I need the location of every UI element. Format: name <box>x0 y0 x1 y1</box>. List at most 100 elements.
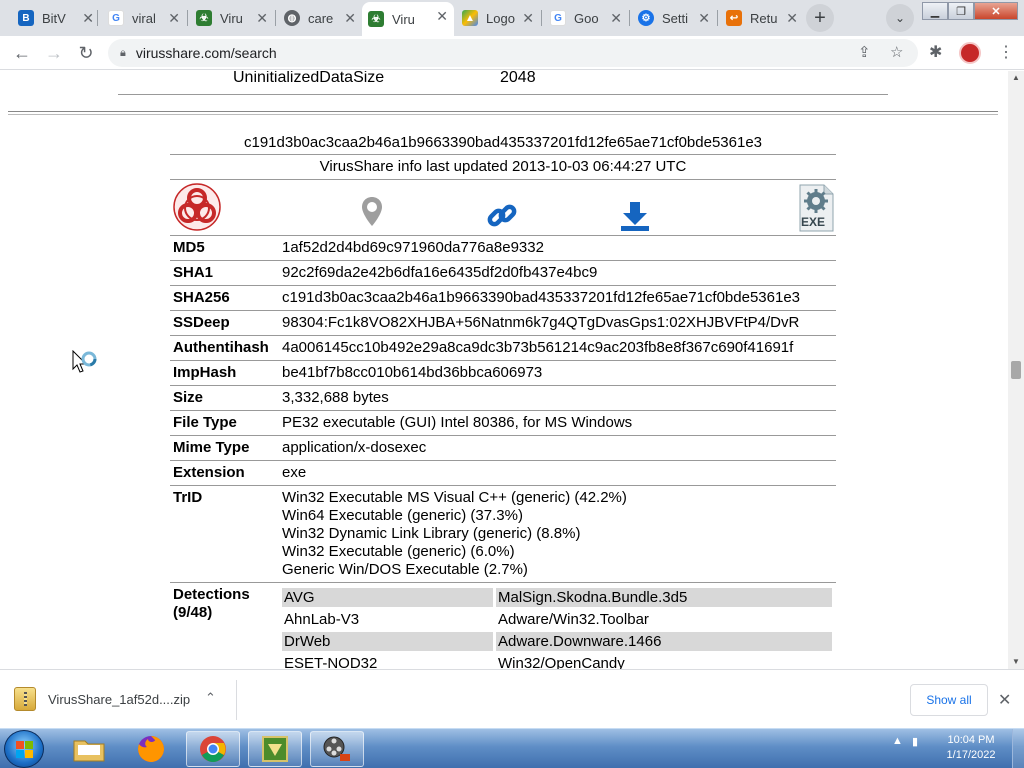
forward-button[interactable]: → <box>42 41 66 65</box>
page-scrollbar[interactable]: ▲ ▼ <box>1008 71 1024 669</box>
share-icon[interactable]: ⇪ <box>858 43 871 61</box>
trid-row: TrID Win32 Executable MS Visual C++ (gen… <box>170 486 836 583</box>
extension-key: Extension <box>173 464 245 481</box>
new-tab-button[interactable]: + <box>806 4 834 32</box>
authentihash-row: Authentihash 4a006145cc10b492e29a8ca9dc3… <box>170 336 836 361</box>
bookmark-star-icon[interactable]: ☆ <box>890 43 903 61</box>
trid-values: Win32 Executable MS Visual C++ (generic)… <box>282 489 836 579</box>
imphash-value: be41bf7b8cc010b614bd36bbca606973 <box>282 364 543 381</box>
av-result: Win32/OpenCandy <box>498 655 625 669</box>
av-name: DrWeb <box>282 632 493 651</box>
tab-close-icon[interactable]: ✕ <box>82 10 94 27</box>
menu-kebab-icon[interactable]: ⋮ <box>998 42 1014 62</box>
tab-close-icon[interactable]: ✕ <box>786 10 798 27</box>
av-result: MalSign.Skodna.Bundle.3d5 <box>496 588 832 607</box>
detections-key: Detections (9/48) <box>173 586 250 622</box>
size-key: Size <box>173 389 204 406</box>
tab-title: care <box>308 10 334 26</box>
window-controls: ▁ ❐ ✕ <box>922 2 1018 20</box>
detections-table: AVG MalSign.Skodna.Bundle.3d5 AhnLab-V3 … <box>282 588 832 669</box>
app-taskbar-button[interactable] <box>248 731 302 767</box>
detection-row: AhnLab-V3 Adware/Win32.Toolbar <box>282 610 832 632</box>
tab-close-icon[interactable]: ✕ <box>168 10 180 27</box>
tab-close-icon[interactable]: ✕ <box>522 10 534 27</box>
tab-google-viral[interactable]: G viral ✕ <box>102 4 186 32</box>
lock-icon[interactable]: 🔒︎ <box>120 47 126 60</box>
tab-close-icon[interactable]: ✕ <box>256 10 268 27</box>
network-icon[interactable]: ▮ <box>912 735 918 748</box>
tab-close-icon[interactable]: ✕ <box>436 8 448 25</box>
minimize-button[interactable]: ▁ <box>922 2 948 20</box>
chrome-taskbar-button[interactable] <box>186 731 240 767</box>
location-pin-icon[interactable] <box>360 196 384 233</box>
tab-virusshare-active[interactable]: ☣ Viru ✕ <box>362 2 454 36</box>
uninitialized-data-size-row: UninitializedDataSize 2048 <box>118 71 888 95</box>
tab-care[interactable]: ◍ care ✕ <box>278 4 362 32</box>
file-type-key: File Type <box>173 414 237 431</box>
sha256-header: c191d3b0ac3caa2b46a1b9663390bad435337201… <box>170 131 836 155</box>
firefox-taskbar-button[interactable] <box>124 731 178 767</box>
globe-icon: ◍ <box>284 10 300 26</box>
tab-strip: B BitV ✕ G viral ✕ ☣ Viru ✕ ◍ care ✕ ☣ V… <box>0 0 1024 36</box>
av-name: AVG <box>282 588 493 607</box>
profile-avatar[interactable] <box>959 42 981 64</box>
tab-title: BitV <box>42 10 66 26</box>
virusshare-icon: ☣ <box>368 11 384 27</box>
page-content: UninitializedDataSize 2048 c191d3b0ac3ca… <box>0 71 1008 669</box>
tab-close-icon[interactable]: ✕ <box>698 10 710 27</box>
maximize-button[interactable]: ❐ <box>948 2 974 20</box>
sha256-value: c191d3b0ac3caa2b46a1b9663390bad435337201… <box>282 289 801 306</box>
chevron-up-icon[interactable]: ⌃ <box>205 690 216 706</box>
sha256-key: SHA256 <box>173 289 230 306</box>
system-clock[interactable]: 10:04 PM 1/17/2022 <box>936 733 1006 763</box>
exe-label: EXE <box>801 215 826 229</box>
tab-returns[interactable]: ↩ Retu ✕ <box>720 4 804 32</box>
tab-close-icon[interactable]: ✕ <box>610 10 622 27</box>
show-all-button[interactable]: Show all <box>910 684 988 716</box>
tab-bitvise[interactable]: B BitV ✕ <box>12 4 100 32</box>
reload-button[interactable]: ↻ <box>74 41 98 65</box>
download-item[interactable]: VirusShare_1af52d....zip <box>14 684 190 714</box>
trid-line: Win32 Executable (generic) (6.0%) <box>282 543 515 560</box>
download-icon[interactable] <box>619 200 651 237</box>
action-icons-row: EXE <box>170 180 836 236</box>
scrollbar-thumb[interactable] <box>1011 361 1021 379</box>
tab-title: Retu <box>750 10 778 26</box>
sha1-key: SHA1 <box>173 264 214 281</box>
biohazard-icon[interactable] <box>172 182 222 237</box>
extensions-puzzle-icon[interactable]: ✱ <box>929 42 942 62</box>
exe-file-icon[interactable]: EXE <box>798 184 834 237</box>
uninit-value: 2048 <box>500 71 536 86</box>
link-icon[interactable] <box>486 200 518 237</box>
scroll-down-arrow-icon[interactable]: ▼ <box>1012 657 1020 666</box>
address-bar[interactable]: 🔒︎ virusshare.com/search ⇪ ☆ <box>108 39 918 67</box>
authentihash-key: Authentihash <box>173 339 269 356</box>
google-drive-icon: ▲ <box>462 10 478 26</box>
back-button[interactable]: ← <box>10 41 34 65</box>
tab-google[interactable]: G Goo ✕ <box>544 4 628 32</box>
av-result: Adware/Win32.Toolbar <box>498 611 649 628</box>
tab-settings[interactable]: ⚙ Setti ✕ <box>632 4 716 32</box>
start-button[interactable] <box>4 730 44 768</box>
media-taskbar-button[interactable] <box>310 731 364 767</box>
size-row: Size 3,332,688 bytes <box>170 386 836 411</box>
tab-virusshare-1[interactable]: ☣ Viru ✕ <box>190 4 274 32</box>
mime-type-key: Mime Type <box>173 439 250 456</box>
authentihash-value: 4a006145cc10b492e29a8ca9dc3b73b561214c9a… <box>282 339 794 356</box>
detection-row: ESET-NOD32 Win32/OpenCandy <box>282 654 832 669</box>
show-desktop-button[interactable] <box>1012 729 1024 768</box>
tray-show-hidden-icon[interactable]: ▲ <box>892 735 903 747</box>
tab-logo[interactable]: ▲ Logo ✕ <box>456 4 540 32</box>
scroll-up-arrow-icon[interactable]: ▲ <box>1012 73 1020 82</box>
close-window-button[interactable]: ✕ <box>974 2 1018 20</box>
firefox-icon <box>138 736 164 762</box>
uninit-key: UninitializedDataSize <box>233 71 385 86</box>
clock-time: 10:04 PM <box>947 734 995 746</box>
explorer-taskbar-button[interactable] <box>62 731 116 767</box>
windows-logo-icon <box>16 741 34 759</box>
imphash-key: ImpHash <box>173 364 237 381</box>
tab-close-icon[interactable]: ✕ <box>344 10 356 27</box>
tab-search-button[interactable]: ⌄ <box>886 4 914 32</box>
settings-gear-icon: ⚙ <box>638 10 654 26</box>
close-download-bar-icon[interactable]: ✕ <box>998 690 1011 710</box>
